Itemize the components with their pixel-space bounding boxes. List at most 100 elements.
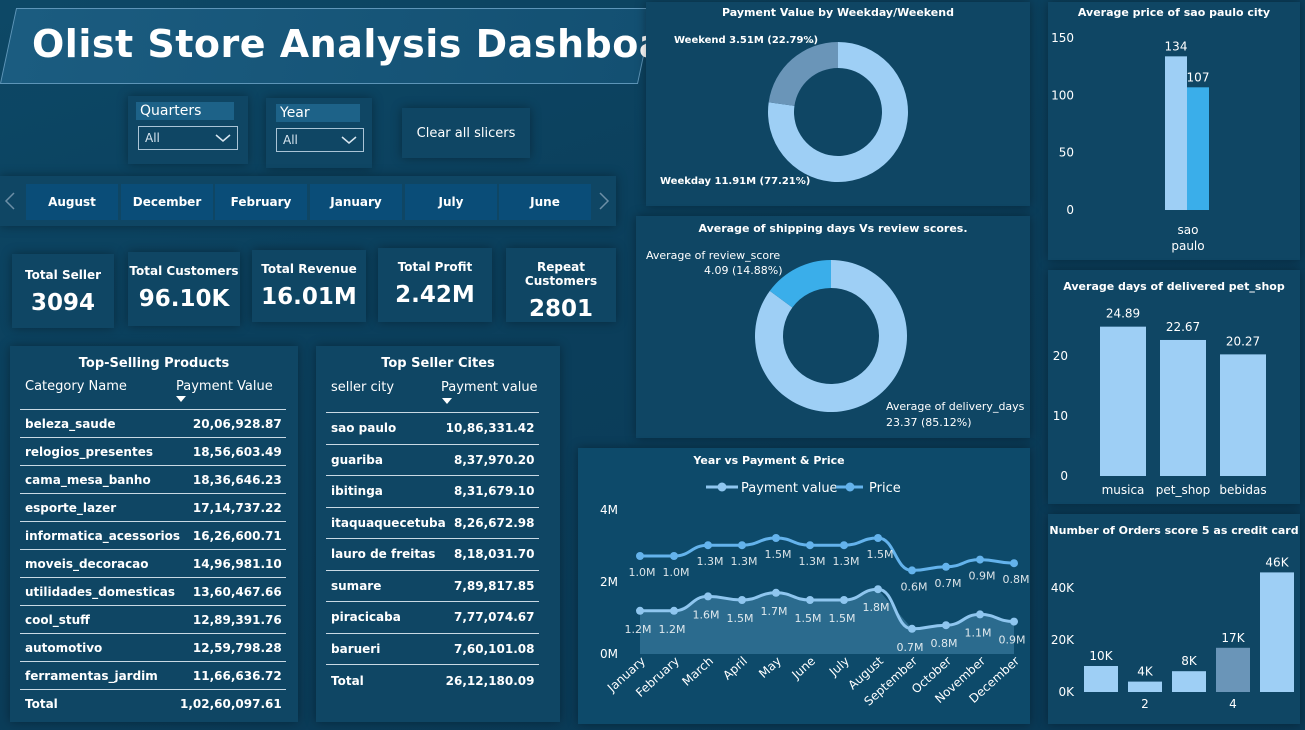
chevron-left-icon[interactable]: [4, 192, 16, 210]
y-tick-label: 150: [1051, 31, 1074, 45]
x-tick-label: June: [788, 654, 818, 683]
table-row[interactable]: guariba 8,37,970.20: [326, 443, 539, 476]
price-data-label: 0.8M: [1003, 573, 1030, 586]
payment-data-label: 1.6M: [693, 608, 720, 621]
table-row[interactable]: cool_stuff 12,89,391.76: [20, 605, 286, 634]
price-data-label: 1.3M: [799, 555, 826, 568]
bar-data-label: 4K: [1137, 665, 1154, 679]
table-row[interactable]: ibitinga 8,31,679.10: [326, 475, 539, 507]
sort-desc-icon: [442, 398, 452, 404]
legend-marker-payment: [717, 482, 727, 492]
y-tick-label: 20K: [1051, 633, 1075, 647]
table-row[interactable]: piracicaba 7,77,074.67: [326, 601, 539, 633]
page-title: Olist Store Analysis Dashboard: [32, 22, 712, 66]
payment-point: [874, 585, 882, 594]
bar-data-label: 22.67: [1166, 320, 1200, 334]
row-value: 7,60,101.08: [445, 632, 539, 665]
payment-data-label: 1.7M: [761, 605, 788, 618]
payment-point: [840, 596, 848, 604]
bar: [1260, 572, 1294, 692]
row-label: ferramentas_jardim: [20, 661, 180, 690]
cities-total-row[interactable]: Total 26,12,180.09: [326, 664, 539, 696]
y-tick-label: 4M: [600, 503, 618, 517]
review-score-value: 4.09 (14.88%): [704, 264, 783, 277]
month-july[interactable]: July: [405, 184, 497, 220]
row-label: lauro de freitas: [326, 538, 446, 570]
payment-point: [704, 592, 712, 601]
table-row[interactable]: lauro de freitas 8,18,031.70: [326, 538, 539, 570]
month-february[interactable]: February: [215, 184, 307, 220]
table-row[interactable]: ferramentas_jardim 11,66,636.72: [20, 661, 286, 690]
table-row[interactable]: informatica_acessorios 16,26,600.71: [20, 521, 286, 550]
quarters-slicer: Quarters All: [128, 96, 248, 164]
col-city-payment-value[interactable]: Payment value: [441, 380, 538, 395]
top-cities-card: Top Seller Cites seller city Payment val…: [316, 346, 560, 722]
bar-data-label: 107: [1187, 70, 1210, 84]
y-tick-label: 50: [1059, 146, 1074, 160]
quarters-dropdown[interactable]: All: [138, 126, 238, 150]
table-row[interactable]: esporte_lazer 17,14,737.22: [20, 493, 286, 522]
top-products-table: beleza_saude 20,06,928.87 relogios_present…: [20, 409, 286, 718]
kpi-total-customers: Total Customers 96.10K: [128, 252, 240, 326]
payment-data-label: 0.8M: [931, 637, 958, 650]
y-tick-label: 10: [1053, 409, 1068, 423]
legend-marker-price: [845, 482, 855, 492]
month-june[interactable]: June: [499, 184, 591, 220]
legend-price: Price: [869, 481, 901, 496]
x-tick-label: March: [679, 654, 716, 689]
table-row[interactable]: relogios_presentes 18,56,603.49: [20, 437, 286, 466]
x-tick-label: sao: [1178, 223, 1199, 237]
price-point: [636, 552, 644, 560]
payment-point: [670, 606, 678, 615]
y-tick-label: 100: [1051, 88, 1074, 102]
top-products-card: Top-Selling Products Category Name Payme…: [10, 346, 298, 722]
month-december[interactable]: December: [121, 184, 213, 220]
price-point: [840, 541, 848, 550]
table-row[interactable]: sao paulo 10,86,331.42: [326, 412, 539, 444]
kpi-total-seller: Total Seller 3094: [12, 254, 114, 328]
payment-point: [806, 596, 814, 604]
year-slicer: Year All: [266, 98, 372, 168]
orders-bar-chart: 0K 20K 40K 10K 4K 2 8K 17K 4 46K: [1051, 555, 1294, 711]
table-row[interactable]: automotivo 12,59,798.28: [20, 633, 286, 662]
payment-data-label: 0.9M: [999, 634, 1026, 647]
price-point: [670, 552, 678, 560]
payment-point: [636, 606, 644, 615]
table-row[interactable]: cama_mesa_banho 18,36,646.23: [20, 465, 286, 494]
table-row[interactable]: beleza_saude 20,06,928.87: [20, 409, 286, 438]
chevron-right-icon[interactable]: [598, 192, 610, 210]
row-label: utilidades_domesticas: [20, 577, 180, 606]
row-value: 14,96,981.10: [180, 549, 286, 578]
row-value: 16,26,600.71: [180, 521, 286, 550]
table-row[interactable]: sumare 7,89,817.85: [326, 569, 539, 602]
kpi-label: Total Revenue: [261, 262, 357, 276]
table-row[interactable]: utilidades_domesticas 13,60,467.66: [20, 577, 286, 606]
col-payment-value[interactable]: Payment Value: [176, 379, 273, 394]
year-dropdown[interactable]: All: [276, 128, 364, 152]
x-tick-label: paulo: [1171, 239, 1204, 253]
products-total-row[interactable]: Total 1,02,60,097.61: [20, 689, 286, 718]
kpi-value: 2801: [528, 296, 593, 322]
table-row[interactable]: barueri 7,60,101.08: [326, 632, 539, 665]
row-label: Total: [20, 689, 180, 718]
col-seller-city[interactable]: seller city: [331, 380, 394, 395]
col-category-name[interactable]: Category Name: [25, 379, 127, 394]
x-tick-label: 4: [1229, 697, 1237, 711]
row-value: 10,86,331.42: [445, 412, 539, 444]
table-row[interactable]: itaquaquecetuba 8,26,672.98: [326, 506, 539, 539]
price-data-label: 1.0M: [629, 566, 656, 579]
table-row[interactable]: moveis_decoracao 14,96,981.10: [20, 549, 286, 578]
kpi-label: Total Seller: [24, 268, 102, 282]
row-value: 13,60,467.66: [180, 577, 286, 606]
row-label: informatica_acessorios: [20, 521, 180, 550]
row-label: barueri: [326, 632, 446, 665]
month-january[interactable]: January: [310, 184, 402, 220]
month-august[interactable]: August: [26, 184, 118, 220]
row-value: 8,31,679.10: [445, 475, 539, 507]
payment-data-label: 1.5M: [829, 612, 856, 625]
clear-slicers-button[interactable]: Clear all slicers: [402, 108, 530, 158]
row-label: moveis_decoracao: [20, 549, 180, 578]
row-value: 18,36,646.23: [180, 465, 286, 494]
year-line-chart-card: Year vs Payment & Price Payment value Pri…: [578, 448, 1030, 724]
payment-point: [908, 624, 916, 633]
